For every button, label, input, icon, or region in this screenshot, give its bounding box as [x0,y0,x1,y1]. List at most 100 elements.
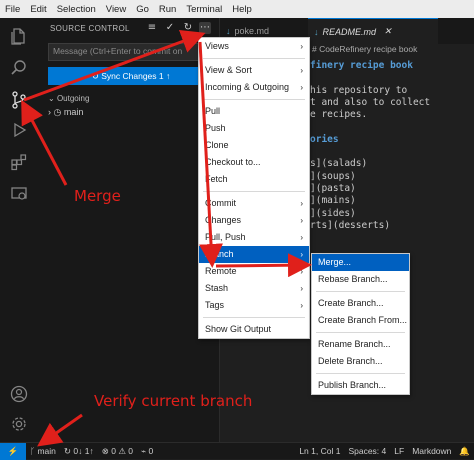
menu-item-label: Incoming & Outgoing [205,82,290,92]
menu-item-tags[interactable]: Tags › [199,297,309,314]
menu-go[interactable]: Go [131,4,154,15]
menu-edit[interactable]: Edit [25,4,51,15]
cursor-position[interactable]: Ln 1, Col 1 [295,446,344,456]
menu-item-clone[interactable]: Clone [199,137,309,154]
chevron-right-icon: › [300,216,303,225]
chevron-right-icon: › [300,267,303,276]
menu-separator [203,191,305,192]
source-control-icon[interactable] [7,88,31,112]
code-line: t and also to collect [310,96,431,108]
menu-view[interactable]: View [101,4,131,15]
outgoing-label: Outgoing [56,94,90,103]
menu-separator [203,317,305,318]
history-icon: ◷ [53,107,64,117]
menu-item-label: Checkout to... [205,157,261,167]
tab-label: poke.md [234,26,270,36]
markdown-file-icon: ↓ [226,26,231,36]
outgoing-branch-item[interactable]: › ◷ main [48,107,83,118]
remote-indicator-icon[interactable]: ⚡ [0,442,26,460]
menubar: File Edit Selection View Go Run Terminal Help [0,0,474,18]
menu-separator [316,332,405,333]
menu-item-label: Rebase Branch... [318,274,388,284]
branch-indicator[interactable]: ᚴ main [26,446,60,456]
menu-item-stash[interactable]: Stash › [199,280,309,297]
menu-item-fetch[interactable]: Fetch [199,171,309,188]
error-icon: ⊗ [101,445,112,456]
menu-item-label: View & Sort [205,65,252,75]
eol-sequence[interactable]: LF [390,446,408,456]
menu-help[interactable]: Help [227,4,257,15]
commit-check-icon[interactable]: ✓ [164,22,176,34]
code-line: e recipes. [310,109,368,121]
menu-item-remote[interactable]: Remote › [199,263,309,280]
settings-gear-icon[interactable] [7,412,31,436]
tab-readme-md[interactable]: ↓ README.md ✕ [308,18,438,44]
menu-item-rename-branch[interactable]: Rename Branch... [312,336,409,353]
menu-item-publish-branch[interactable]: Publish Branch... [312,377,409,394]
menu-item-delete-branch[interactable]: Delete Branch... [312,353,409,370]
merge-annotation: Merge [74,187,121,205]
menu-item-incoming-outgoing[interactable]: Incoming & Outgoing › [199,79,309,96]
code-line: ](pasta) [310,183,356,194]
code-line: s](salads) [310,158,368,170]
menu-item-label: Remote [205,266,237,276]
code-line: ories [310,133,339,145]
remote-explorer-icon[interactable] [7,182,31,206]
chevron-right-icon: › [300,301,303,310]
code-line: ](soups) [310,170,356,182]
refresh-icon[interactable]: ↻ [182,22,194,34]
commit-message-input[interactable]: Message (Ctrl+Enter to commit on [48,43,214,61]
menu-item-label: Merge... [318,257,352,267]
warning-icon: ⚠ [118,445,129,456]
menu-item-label: Tags [205,300,225,310]
menu-item-label: Publish Branch... [318,380,387,390]
sync-status[interactable]: ↻ 0↓ 1↑ [60,446,98,457]
explorer-icon[interactable] [7,24,31,48]
outgoing-section-header[interactable]: ⌄ Outgoing [48,94,89,103]
menu-terminal[interactable]: Terminal [181,4,227,15]
menu-item-label: Branch [205,249,234,259]
notifications-bell-icon[interactable]: 🔔 [455,446,474,457]
menu-item-commit[interactable]: Commit › [199,195,309,212]
extensions-icon[interactable] [7,150,31,174]
panel-title: SOURCE CONTROL [50,24,130,33]
ports-indicator[interactable]: ⌁ 0 [137,446,157,457]
menu-file[interactable]: File [0,4,25,15]
menu-item-pull-push[interactable]: Pull, Push › [199,229,309,246]
menu-item-pull[interactable]: Pull [199,103,309,120]
menu-item-rebase-branch[interactable]: Rebase Branch... [312,271,409,288]
menu-item-show-git-output[interactable]: Show Git Output [199,321,309,338]
indentation[interactable]: Spaces: 4 [344,446,390,456]
problems-indicator[interactable]: ⊗ 0 ⚠ 0 [98,446,137,457]
antenna-icon: ⌁ [141,445,149,456]
menu-separator [316,373,405,374]
more-actions-icon[interactable]: ⋯ [199,22,211,34]
menu-item-view-sort[interactable]: View & Sort › [199,62,309,79]
menu-run[interactable]: Run [154,4,181,15]
menu-item-label: Pull, Push [205,232,246,242]
account-icon[interactable] [7,382,31,406]
menu-selection[interactable]: Selection [52,4,101,15]
menu-item-merge[interactable]: Merge... [312,254,409,271]
menu-item-checkout-to[interactable]: Checkout to... [199,154,309,171]
run-debug-icon[interactable] [7,118,31,142]
search-icon[interactable] [7,56,31,80]
menu-item-label: Commit [205,198,236,208]
menu-item-create-branch-from[interactable]: Create Branch From... [312,312,409,329]
markdown-file-icon: ↓ [314,26,319,37]
language-mode[interactable]: Markdown [408,446,455,456]
menu-item-label: Create Branch From... [318,315,408,325]
menu-item-changes[interactable]: Changes › [199,212,309,229]
close-icon[interactable]: ✕ [384,26,392,37]
menu-item-branch[interactable]: Branch › [199,246,309,263]
sync-changes-button[interactable]: ↻ Sync Changes 1 ↑ [48,67,214,85]
chevron-down-icon: ⌄ [48,94,57,103]
code-line: his repository to [310,84,408,96]
menu-item-create-branch[interactable]: Create Branch... [312,295,409,312]
branch-submenu: Merge... Rebase Branch... Create Branch...… [311,253,410,395]
source-control-panel: SOURCE CONTROL ≡ ✓ ↻ ⋯ Message (Ctrl+Ent… [38,18,220,442]
menu-item-push[interactable]: Push [199,120,309,137]
menu-item-views[interactable]: Views › [199,38,309,55]
code-line: rts](desserts) [310,219,391,231]
view-as-list-icon[interactable]: ≡ [146,22,158,34]
